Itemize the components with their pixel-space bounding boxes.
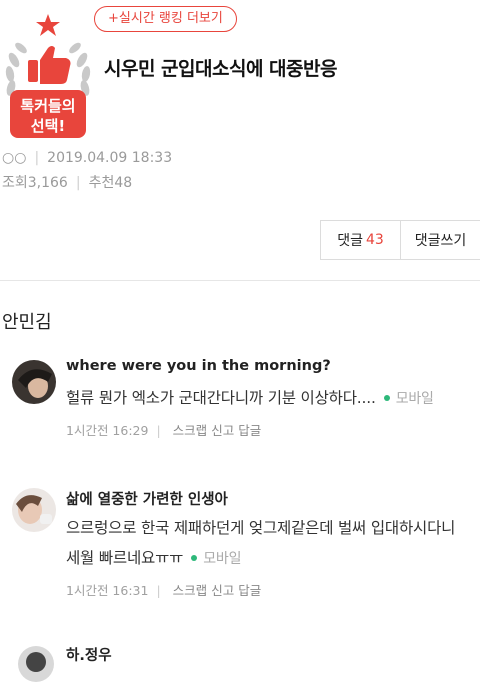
comment-text: 헐류 뭔가 엑소가 군대간다니까 기분 이상하다.... 모바일 <box>66 386 434 408</box>
mobile-dot-icon <box>383 394 390 401</box>
comment-meta: 1시간전 16:29 | 스크랩 신고 답글 <box>66 423 262 438</box>
post-author-date: ○○ | 2019.04.09 18:33 <box>2 150 173 166</box>
comment-nickname[interactable]: 하.정우 <box>66 644 112 665</box>
report-button[interactable]: 신고 <box>211 583 234 598</box>
scrap-button[interactable]: 스크랩 <box>173 583 208 598</box>
comment-count: 43 <box>365 232 384 248</box>
report-button[interactable]: 신고 <box>211 423 234 438</box>
post-stats: 조회3,166 | 추천48 <box>2 175 133 191</box>
star-icon <box>36 14 60 36</box>
divider <box>0 280 480 281</box>
tokkers-choice-badge: 톡커들의 선택! <box>0 8 96 140</box>
views: 조회3,166 <box>2 175 68 191</box>
comment-text-line: 세월 빠르네요ㅠㅠ <box>66 549 184 567</box>
comment-text: 세월 빠르네요ㅠㅠ 모바일 <box>66 546 241 568</box>
tab-comments[interactable]: 댓글 43 <box>321 221 400 259</box>
avatar[interactable] <box>12 488 56 532</box>
comment-nickname[interactable]: where were you in the morning? <box>66 358 331 374</box>
comment-time: 1시간전 16:31 <box>66 583 149 598</box>
post-date: 2019.04.09 18:33 <box>47 150 173 166</box>
tab-write-comment[interactable]: 댓글쓰기 <box>400 221 480 259</box>
mobile-label: 모바일 <box>203 551 242 567</box>
comment-meta: 1시간전 16:31 | 스크랩 신고 답글 <box>66 583 262 598</box>
section-title: 안민김 <box>2 312 52 333</box>
comment-text-line: 헐류 뭔가 엑소가 군대간다니까 기분 이상하다.... <box>66 389 376 407</box>
mobile-dot-icon <box>191 554 198 561</box>
tab-comments-label: 댓글 <box>337 233 363 249</box>
comment-time: 1시간전 16:29 <box>66 423 149 438</box>
likes: 추천48 <box>88 175 133 191</box>
badge-text-line1: 톡커들의 <box>20 97 75 115</box>
post-title: 시우민 군입대소식에 대중반응 <box>104 58 337 80</box>
comment-nickname[interactable]: 삶에 열중한 가련한 인생아 <box>66 488 228 509</box>
comment-text-line: 으르렁으로 한국 제패하던게 엊그제같은데 벌써 입대하시다니 <box>66 519 456 537</box>
mobile-label: 모바일 <box>395 391 434 407</box>
badge-text-line2: 선택! <box>31 117 65 135</box>
author: ○○ <box>2 150 27 166</box>
comment-tabs: 댓글 43 댓글쓰기 <box>320 220 480 260</box>
avatar[interactable] <box>18 646 54 682</box>
reply-button[interactable]: 답글 <box>238 583 261 598</box>
avatar[interactable] <box>12 360 56 404</box>
reply-button[interactable]: 답글 <box>238 423 261 438</box>
realtime-ranking-button[interactable]: +실시간 랭킹 더보기 <box>94 6 237 32</box>
scrap-button[interactable]: 스크랩 <box>173 423 208 438</box>
thumbs-up-icon <box>28 46 71 84</box>
tab-write-label: 댓글쓰기 <box>414 233 467 249</box>
